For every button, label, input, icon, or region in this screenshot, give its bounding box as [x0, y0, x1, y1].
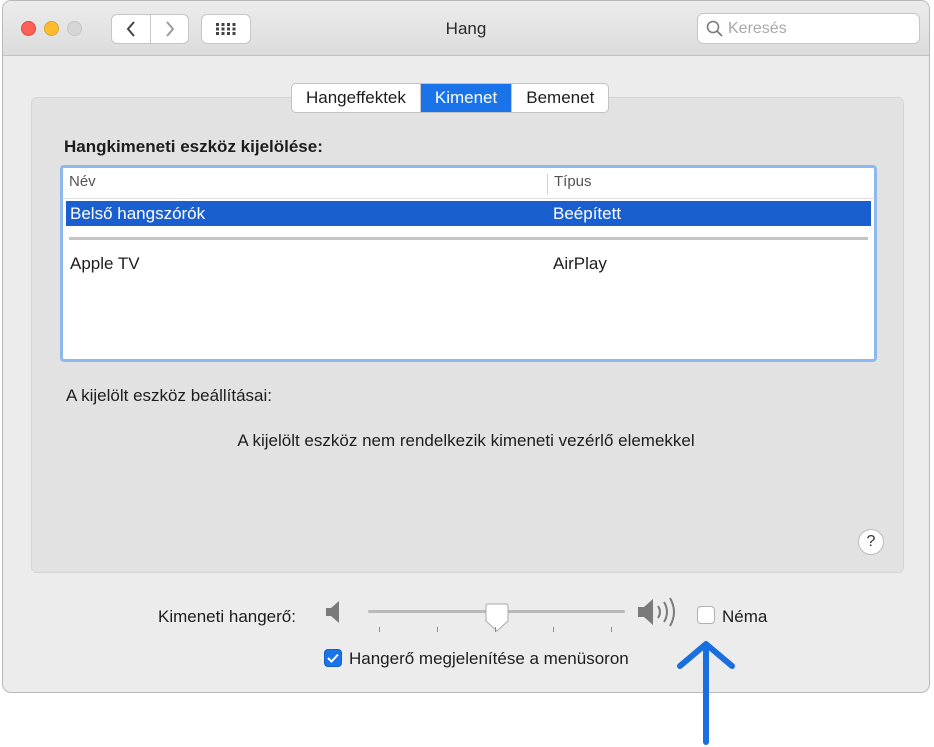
device-type: Beépített [553, 204, 622, 223]
column-header-type[interactable]: Típus [554, 173, 592, 190]
output-device-heading: Hangkimeneti eszköz kijelölése: [64, 137, 323, 156]
tab-bar: Hangeffektek Kimenet Bemenet [291, 83, 610, 113]
volume-tick [495, 627, 496, 632]
title-bar: Hang [3, 1, 929, 56]
search-input[interactable] [726, 17, 915, 41]
sound-preferences-window: Hang Hangeffektek Kimenet Bemenet Hangki… [2, 0, 930, 693]
row-group-divider [69, 237, 868, 240]
no-controls-message: A kijelölt eszköz nem rendelkezik kimene… [237, 431, 695, 450]
show-volume-in-menubar-checkbox[interactable] [324, 649, 342, 667]
search-field[interactable] [697, 13, 920, 44]
device-name: Belső hangszórók [70, 204, 206, 223]
table-row[interactable]: Apple TV AirPlay [66, 251, 871, 276]
header-divider [63, 198, 874, 199]
output-volume-label: Kimeneti hangerő: [158, 607, 296, 626]
volume-tick [611, 627, 612, 632]
volume-tick [553, 627, 554, 632]
mute-checkbox[interactable] [697, 606, 715, 624]
help-button[interactable]: ? [858, 529, 884, 555]
column-header-name[interactable]: Név [69, 173, 96, 190]
volume-tick [437, 627, 438, 632]
device-name: Apple TV [70, 254, 140, 273]
show-volume-in-menubar-label[interactable]: Hangerő megjelenítése a menüsoron [349, 649, 629, 669]
speaker-low-icon[interactable] [324, 599, 346, 625]
tab-output[interactable]: Kimenet [420, 84, 513, 112]
column-separator [547, 174, 548, 194]
tab-sound-effects[interactable]: Hangeffektek [292, 84, 421, 112]
device-settings-label: A kijelölt eszköz beállításai: [66, 386, 272, 405]
magnifier-icon [706, 20, 723, 37]
speaker-high-icon[interactable] [636, 595, 684, 629]
output-device-table[interactable]: Név Típus Belső hangszórók Beépített App… [60, 165, 877, 362]
tab-input[interactable]: Bemenet [512, 84, 608, 112]
device-type: AirPlay [553, 254, 607, 273]
table-row[interactable]: Belső hangszórók Beépített [66, 201, 871, 226]
checkmark-icon [327, 653, 339, 663]
annotation-arrow-icon [677, 641, 735, 745]
volume-slider-thumb[interactable] [485, 603, 509, 633]
volume-tick [379, 627, 380, 632]
mute-label[interactable]: Néma [722, 607, 767, 627]
